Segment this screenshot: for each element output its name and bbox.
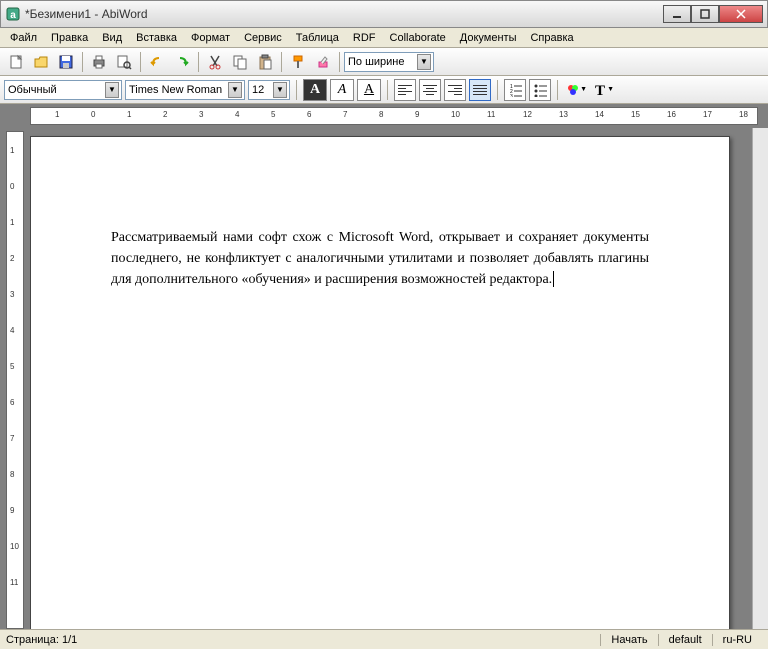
toolbar-separator — [281, 52, 282, 72]
bullet-list-button[interactable] — [529, 79, 551, 101]
horizontal-ruler-area: 10123456789101112131415161718 — [0, 104, 768, 128]
font-color-button[interactable]: ▼ — [564, 78, 588, 102]
print-button[interactable] — [87, 50, 111, 74]
toolbar-separator — [339, 52, 340, 72]
align-justify-button[interactable] — [469, 79, 491, 101]
titlebar: a *Безимени1 - AbiWord — [0, 0, 768, 28]
vertical-ruler[interactable]: 101234567891011 — [6, 131, 24, 629]
style-combo[interactable]: Обычный ▼ — [4, 80, 122, 100]
toolbar-separator — [82, 52, 83, 72]
menu-format[interactable]: Формат — [185, 30, 236, 46]
cut-button[interactable] — [203, 50, 227, 74]
status-locale[interactable]: ru-RU — [712, 634, 762, 646]
toolbar-separator — [557, 80, 558, 100]
menu-help[interactable]: Справка — [524, 30, 579, 46]
open-button[interactable] — [29, 50, 53, 74]
horizontal-ruler[interactable]: 10123456789101112131415161718 — [30, 107, 758, 125]
app-icon: a — [5, 6, 21, 22]
document-page[interactable]: Рассматриваемый нами софт схож с Microso… — [30, 136, 730, 629]
font-combo[interactable]: Times New Roman ▼ — [125, 80, 245, 100]
toolbar-separator — [497, 80, 498, 100]
numbered-list-button[interactable]: 123 — [504, 79, 526, 101]
menu-table[interactable]: Таблица — [290, 30, 345, 46]
format-toolbar: Обычный▼ Times New Roman▼ 12▼ A A A 123 … — [0, 76, 768, 104]
align-left-button[interactable] — [394, 79, 416, 101]
window-title: *Безимени1 - AbiWord — [25, 7, 663, 21]
paragraph-button[interactable]: T▼ — [591, 78, 615, 102]
status-page: Страница: 1/1 — [6, 634, 77, 646]
vertical-scrollbar[interactable] — [752, 128, 768, 629]
size-combo[interactable]: 12 ▼ — [248, 80, 290, 100]
align-center-button[interactable] — [419, 79, 441, 101]
svg-text:T: T — [595, 83, 605, 98]
zoom-value: По ширине — [348, 56, 405, 68]
svg-text:3: 3 — [510, 94, 513, 97]
format-painter-button[interactable] — [286, 50, 310, 74]
menu-documents[interactable]: Документы — [454, 30, 523, 46]
print-preview-button[interactable] — [112, 50, 136, 74]
menu-edit[interactable]: Правка — [45, 30, 94, 46]
clear-format-button[interactable] — [311, 50, 335, 74]
new-button[interactable] — [4, 50, 28, 74]
window-controls — [663, 5, 763, 23]
main-toolbar: По ширине ▼ — [0, 48, 768, 76]
maximize-button[interactable] — [691, 5, 719, 23]
underline-button[interactable]: A — [357, 79, 381, 101]
document-text[interactable]: Рассматриваемый нами софт схож с Microso… — [111, 227, 649, 290]
paste-button[interactable] — [253, 50, 277, 74]
page-viewport[interactable]: Рассматриваемый нами софт схож с Microso… — [30, 128, 752, 629]
status-mode[interactable]: Начать — [600, 634, 657, 646]
style-value: Обычный — [8, 84, 57, 96]
save-button[interactable] — [54, 50, 78, 74]
zoom-combo[interactable]: По ширине ▼ — [344, 52, 434, 72]
statusbar: Страница: 1/1 Начать default ru-RU — [0, 629, 768, 649]
menu-file[interactable]: Файл — [4, 30, 43, 46]
menu-tools[interactable]: Сервис — [238, 30, 288, 46]
vertical-ruler-area: 101234567891011 — [0, 128, 30, 629]
bold-button[interactable]: A — [303, 79, 327, 101]
redo-button[interactable] — [170, 50, 194, 74]
toolbar-separator — [387, 80, 388, 100]
toolbar-separator — [296, 80, 297, 100]
toolbar-separator — [198, 52, 199, 72]
svg-text:a: a — [10, 10, 16, 21]
italic-button[interactable]: A — [330, 79, 354, 101]
minimize-button[interactable] — [663, 5, 691, 23]
menubar: Файл Правка Вид Вставка Формат Сервис Та… — [0, 28, 768, 48]
document-area: 101234567891011 Рассматриваемый нами соф… — [0, 128, 768, 629]
copy-button[interactable] — [228, 50, 252, 74]
menu-collaborate[interactable]: Collaborate — [384, 30, 452, 46]
menu-rdf[interactable]: RDF — [347, 30, 382, 46]
size-value: 12 — [252, 84, 264, 96]
toolbar-separator — [140, 52, 141, 72]
close-button[interactable] — [719, 5, 763, 23]
menu-insert[interactable]: Вставка — [130, 30, 183, 46]
chevron-down-icon: ▼ — [273, 82, 287, 98]
chevron-down-icon: ▼ — [417, 54, 431, 70]
font-value: Times New Roman — [129, 84, 222, 96]
chevron-down-icon: ▼ — [228, 82, 242, 98]
menu-view[interactable]: Вид — [96, 30, 128, 46]
undo-button[interactable] — [145, 50, 169, 74]
status-theme[interactable]: default — [658, 634, 712, 646]
chevron-down-icon: ▼ — [105, 82, 119, 98]
text-cursor — [553, 271, 554, 287]
align-right-button[interactable] — [444, 79, 466, 101]
